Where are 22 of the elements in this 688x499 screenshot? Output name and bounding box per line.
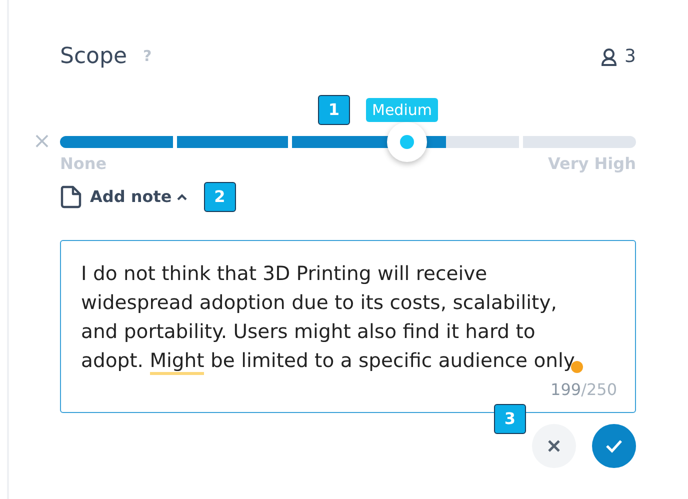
cancel-button[interactable] xyxy=(532,424,576,468)
section-title: Scope xyxy=(60,43,128,71)
check-icon xyxy=(605,439,623,453)
note-text: I do not think that 3D Printing will receive widespread adoption due to its costs, scalability, and portability. Users might also find it hard to adopt. Might be limited to a specific audience only xyxy=(81,259,586,375)
person-icon xyxy=(600,48,617,66)
add-note-toggle[interactable]: Add note xyxy=(90,185,188,209)
annotation-marker: 3 xyxy=(494,404,526,434)
annotation-marker: 2 xyxy=(204,182,236,212)
slider-track[interactable] xyxy=(60,136,636,148)
confirm-button[interactable] xyxy=(592,424,636,468)
clear-button[interactable]: × xyxy=(28,131,56,153)
help-icon[interactable]: ? xyxy=(143,45,152,68)
caret-icon xyxy=(176,193,188,201)
close-icon xyxy=(547,439,561,453)
annotation-marker: 1 xyxy=(318,95,350,125)
note-icon xyxy=(60,185,82,209)
slider-thumb[interactable] xyxy=(386,122,427,162)
min-label: None xyxy=(60,153,107,175)
value-label: Medium xyxy=(366,98,438,122)
character-counter: 199/250 xyxy=(550,379,617,401)
participant-count: 3 xyxy=(624,45,636,69)
max-label: Very High xyxy=(548,153,636,175)
